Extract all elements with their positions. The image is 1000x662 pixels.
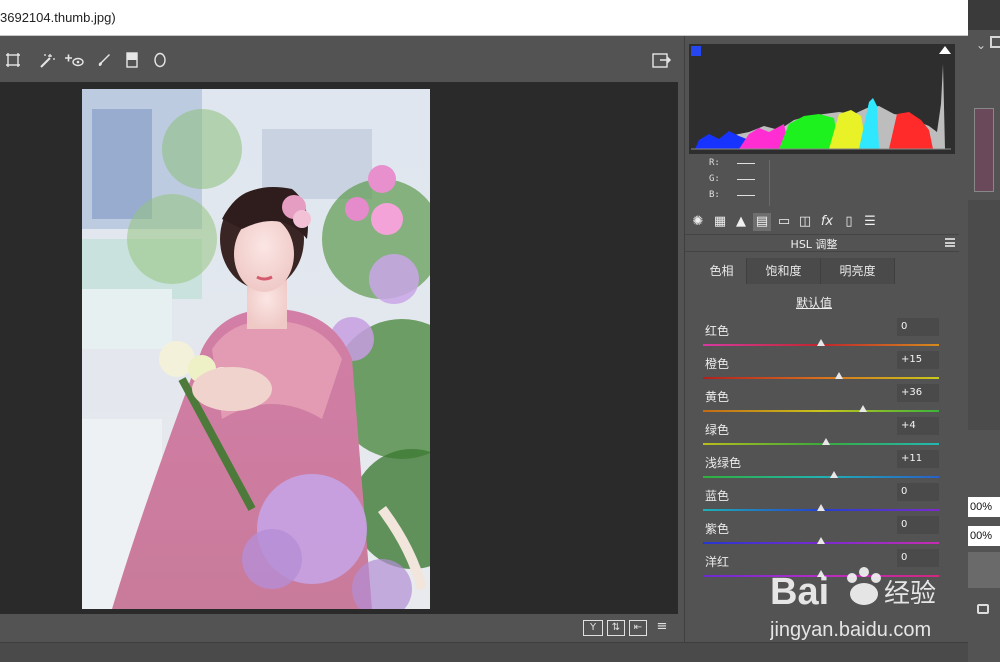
- preview-photo[interactable]: [82, 89, 430, 609]
- slider-blue: 蓝色 0: [703, 483, 941, 517]
- lens-icon[interactable]: ◫: [796, 213, 814, 231]
- background-app-strip: ⌄ 00% 00%: [968, 0, 1000, 662]
- slider-track[interactable]: [703, 476, 939, 478]
- fx-icon[interactable]: fx: [818, 213, 836, 231]
- slider-yellow: 黄色 +36: [703, 384, 941, 418]
- opacity-field[interactable]: 00%: [968, 497, 1000, 517]
- panel-menu-icon[interactable]: [945, 238, 955, 247]
- slider-label: 蓝色: [705, 489, 730, 503]
- y-view-button[interactable]: Y: [583, 620, 603, 636]
- camera-calibration-icon[interactable]: ▯: [840, 213, 858, 231]
- r-value: [737, 163, 755, 164]
- slider-value-input[interactable]: +11: [897, 450, 939, 468]
- slider-value-input[interactable]: +4: [897, 417, 939, 435]
- slider-thumb[interactable]: [834, 372, 843, 379]
- slider-value-input[interactable]: 0: [897, 549, 939, 567]
- slider-value-input[interactable]: 0: [897, 516, 939, 534]
- transform-icon[interactable]: [4, 52, 22, 70]
- slider-label: 黄色: [705, 390, 730, 404]
- mountain-icon[interactable]: ▲: [732, 213, 750, 231]
- tab-saturation[interactable]: 饱和度: [747, 258, 821, 284]
- background-panel: [968, 200, 1000, 430]
- adjustment-panel: R: G: B: ✺ ▦ ▲ ▤ ▭ ◫ fx ▯ ☰ HSL 调整 色相 饱和…: [684, 36, 959, 642]
- aperture-icon[interactable]: ✺: [689, 213, 707, 231]
- camera-raw-dialog: Y ⇅ ⇤ ≡ R: G: B: ✺ ▦ ▲ ▤ ▭ ◫ fx ▯ ☰ HSL …: [0, 36, 968, 662]
- slider-value-input[interactable]: 0: [897, 483, 939, 501]
- g-label: G:: [709, 174, 720, 184]
- slider-thumb[interactable]: [829, 471, 838, 478]
- slider-thumb[interactable]: [817, 339, 825, 346]
- background-app-header: [968, 0, 1000, 30]
- before-after-toggle-icon[interactable]: ⇅: [607, 620, 625, 636]
- fill-field[interactable]: 00%: [968, 526, 1000, 546]
- slider-thumb[interactable]: [859, 405, 868, 412]
- spot-removal-icon[interactable]: [38, 52, 56, 70]
- slider-label: 橙色: [705, 357, 730, 371]
- slider-purple: 紫色 0: [703, 516, 941, 550]
- panel-icon-row: ✺ ▦ ▲ ▤ ▭ ◫ fx ▯ ☰: [685, 210, 959, 234]
- panel-header: HSL 调整: [685, 234, 959, 252]
- chevron-down-icon[interactable]: ⌄: [976, 38, 986, 52]
- slider-label: 洋红: [705, 555, 730, 569]
- slider-green: 绿色 +4: [703, 417, 941, 451]
- tab-luminance[interactable]: 明亮度: [821, 258, 895, 284]
- split-tone-icon[interactable]: ▭: [775, 213, 793, 231]
- slider-value-input[interactable]: +36: [897, 384, 939, 402]
- hsl-icon[interactable]: ▤: [753, 213, 771, 231]
- slider-orange: 橙色 +15: [703, 351, 941, 385]
- panel-title: HSL 调整: [790, 238, 838, 251]
- tool-bar: [0, 36, 678, 82]
- histogram: [689, 44, 955, 154]
- slider-label: 浅绿色: [705, 456, 742, 470]
- hsl-tabs: 色相 饱和度 明亮度: [697, 258, 895, 284]
- readout-divider: [769, 160, 770, 206]
- swap-icon[interactable]: ⇤: [629, 620, 647, 636]
- default-link[interactable]: 默认值: [685, 294, 943, 311]
- slider-magenta: 洋红 0: [703, 549, 941, 583]
- slider-track[interactable]: [703, 410, 939, 412]
- slider-thumb[interactable]: [817, 504, 825, 511]
- layer-row[interactable]: [968, 552, 1000, 588]
- highlight-clipping-icon[interactable]: [939, 46, 951, 54]
- slider-aqua: 浅绿色 +11: [703, 450, 941, 484]
- window-title: 3692104.thumb.jpg): [0, 10, 116, 25]
- r-label: R:: [709, 158, 720, 168]
- dialog-footer: [0, 642, 968, 662]
- tab-hue[interactable]: 色相: [697, 258, 747, 284]
- app-root: 3692104.thumb.jpg) ⌄ 00% 00% Y ⇅ ⇤ ≡ R: …: [0, 0, 1000, 662]
- settings-icon[interactable]: ≡: [653, 620, 671, 636]
- open-in-new-icon[interactable]: [652, 52, 672, 70]
- slider-red: 红色 0: [703, 318, 941, 352]
- lock-icon[interactable]: [977, 604, 989, 614]
- image-canvas[interactable]: [0, 82, 678, 614]
- slider-label: 绿色: [705, 423, 730, 437]
- window-title-bar: 3692104.thumb.jpg): [0, 0, 968, 36]
- rgb-readout: R: G: B:: [689, 156, 955, 208]
- slider-value-input[interactable]: 0: [897, 318, 939, 336]
- slider-label: 红色: [705, 324, 730, 338]
- frame-icon[interactable]: [990, 36, 1000, 48]
- slider-track[interactable]: [703, 377, 939, 379]
- slider-thumb[interactable]: [817, 570, 825, 577]
- graduated-filter-icon[interactable]: [123, 52, 141, 70]
- g-value: [737, 179, 755, 180]
- slider-thumb[interactable]: [817, 537, 825, 544]
- presets-icon[interactable]: ☰: [861, 213, 879, 231]
- b-label: B:: [709, 190, 720, 200]
- b-value: [737, 195, 755, 196]
- shadow-clipping-icon[interactable]: [691, 46, 701, 56]
- grid-icon[interactable]: ▦: [711, 213, 729, 231]
- slider-thumb[interactable]: [821, 438, 830, 445]
- brush-icon[interactable]: [95, 52, 113, 70]
- red-eye-icon[interactable]: [64, 52, 84, 70]
- slider-label: 紫色: [705, 522, 730, 536]
- radial-filter-icon[interactable]: [151, 52, 169, 70]
- status-bar: Y ⇅ ⇤ ≡: [0, 614, 678, 642]
- layer-thumbnail[interactable]: [974, 108, 994, 192]
- slider-value-input[interactable]: +15: [897, 351, 939, 369]
